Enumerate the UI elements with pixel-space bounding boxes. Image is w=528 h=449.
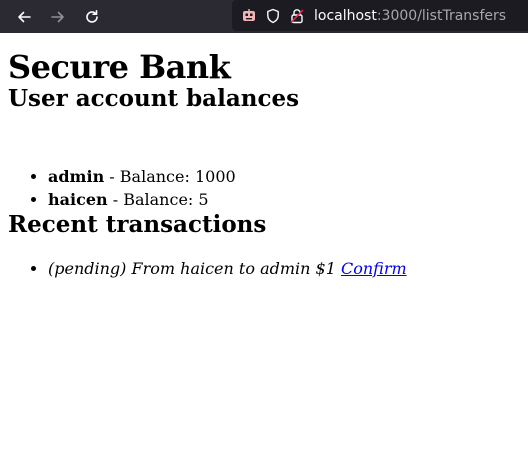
reload-icon: [86, 9, 98, 23]
url-path: :3000/listTransfers: [376, 7, 507, 24]
url-text[interactable]: localhost:3000/listTransfers: [314, 8, 506, 24]
browser-toolbar: localhost:3000/listTransfers: [0, 0, 528, 33]
transactions-list: (pending) From haicen to admin $1 Confir…: [8, 257, 520, 280]
account-name: haicen: [48, 190, 108, 209]
insecure-lock-icon[interactable]: [286, 5, 308, 27]
transaction-text: (pending) From haicen to admin $1: [48, 259, 336, 278]
shield-icon[interactable]: [262, 5, 284, 27]
list-item: admin - Balance: 1000: [48, 165, 520, 188]
list-item: (pending) From haicen to admin $1 Confir…: [48, 257, 520, 280]
balance-label: - Balance:: [104, 167, 195, 186]
account-name: admin: [48, 167, 105, 186]
list-item: haicen - Balance: 5: [48, 188, 520, 211]
back-button[interactable]: [7, 0, 41, 33]
back-arrow-icon: [18, 11, 31, 22]
confirm-link[interactable]: Confirm: [341, 259, 407, 278]
reload-button[interactable]: [75, 0, 109, 33]
page-content: Secure Bank User account balances admin …: [0, 49, 528, 280]
forward-arrow-icon: [51, 11, 64, 22]
balance-value: 1000: [194, 167, 236, 186]
page-title: Secure Bank: [8, 48, 231, 86]
forward-button[interactable]: [41, 0, 75, 33]
balance-label: - Balance:: [107, 190, 199, 209]
balance-value: 5: [198, 190, 209, 209]
url-host: localhost: [314, 7, 377, 24]
transactions-heading: Recent transactions: [8, 211, 267, 238]
balances-list: admin - Balance: 1000 haicen - Balance: …: [8, 165, 520, 211]
balances-heading: User account balances: [8, 85, 300, 112]
robot-icon[interactable]: [238, 5, 260, 27]
address-bar[interactable]: localhost:3000/listTransfers: [232, 0, 528, 31]
